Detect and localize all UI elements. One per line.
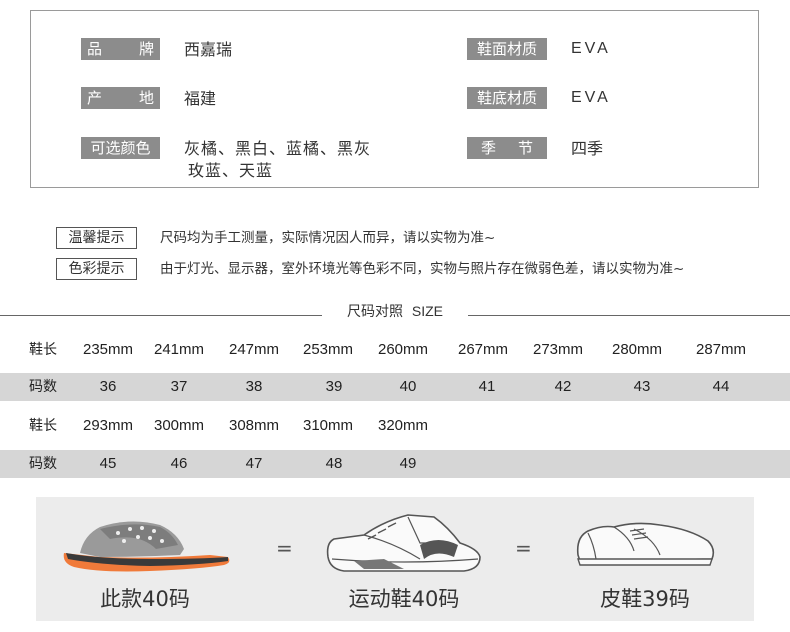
brand-label-char-2: 牌	[138, 40, 154, 58]
colors-value-line1: 灰橘、黑白、蓝橘、黑灰	[184, 139, 372, 158]
length-cell: 320mm	[377, 417, 429, 434]
length-row-1: 鞋长 235mm 241mm 247mm 253mm 260mm 267mm 2…	[0, 336, 790, 364]
size-cell: 42	[554, 378, 572, 395]
sole-material-label: 鞋底材质	[467, 87, 547, 109]
dress-shoe-image	[576, 522, 715, 566]
size-cell: 43	[633, 378, 651, 395]
length-cell: 287mm	[695, 341, 747, 358]
length-cell: 273mm	[532, 341, 584, 358]
size-cell: 40	[399, 378, 417, 395]
size-cell: 47	[245, 455, 263, 472]
size-cell: 44	[712, 378, 730, 395]
origin-label: 产 地	[81, 87, 160, 109]
season-label-char-1: 季	[481, 139, 497, 157]
equals-sign-2: =	[515, 536, 532, 560]
size-cell: 38	[245, 378, 263, 395]
size-title-rule-left	[0, 315, 322, 316]
length-row-2: 鞋长 293mm 300mm 308mm 310mm 320mm	[0, 412, 790, 440]
colors-label: 可选颜色	[81, 137, 160, 159]
slide-sandal-image	[63, 521, 230, 572]
equals-sign-1: =	[276, 536, 293, 560]
length-row-label: 鞋长	[29, 342, 57, 358]
length-cell: 260mm	[377, 341, 429, 358]
tip-label-color: 色彩提示	[56, 258, 137, 280]
size-chart-title: 尺码对照 SIZE	[330, 301, 460, 322]
size-chart-title-en: SIZE	[411, 303, 444, 319]
origin-label-char-1: 产	[87, 89, 103, 107]
length-row-label: 鞋长	[29, 418, 57, 434]
size-row-2: 码数 45 46 47 48 49	[0, 450, 790, 478]
size-row-label: 码数	[29, 456, 57, 472]
origin-value: 福建	[184, 89, 217, 108]
tip-text-warm: 尺码均为手工测量，实际情况因人而异，请以实物为准~	[160, 230, 496, 246]
tip-text-color: 由于灯光、显示器，室外环境光等色彩不同，实物与照片存在微弱色差，请以实物为准~	[160, 261, 685, 277]
season-label: 季 节	[467, 137, 547, 159]
size-title-rule-right	[468, 315, 790, 316]
brand-label-char-1: 品	[87, 40, 103, 58]
brand-value: 西嘉瑞	[184, 40, 233, 59]
brand-label: 品 牌	[81, 38, 160, 60]
colors-value-line2: 玫蓝、天蓝	[188, 161, 274, 180]
size-row-label: 码数	[29, 379, 57, 395]
sole-material-value: EVA	[571, 89, 611, 106]
sneaker-caption: 运动鞋40码	[348, 587, 460, 611]
size-chart-title-cn: 尺码对照	[346, 304, 403, 320]
upper-material-value: EVA	[571, 40, 611, 57]
size-row-1: 码数 36 37 38 39 40 41 42 43 44	[0, 373, 790, 401]
length-cell: 280mm	[611, 341, 663, 358]
slide-caption: 此款40码	[100, 587, 190, 611]
tip-label-warm: 温馨提示	[56, 227, 137, 249]
season-value: 四季	[571, 139, 604, 158]
origin-label-char-2: 地	[138, 89, 154, 107]
season-label-char-2: 节	[517, 139, 533, 157]
shoe-comparison-panel: 此款40码 = 运动鞋40码 = 皮鞋39码	[36, 497, 754, 621]
sneaker-image	[326, 514, 481, 572]
upper-material-label: 鞋面材质	[467, 38, 547, 60]
size-cell: 49	[399, 455, 417, 472]
dress-shoe-caption: 皮鞋39码	[600, 587, 690, 611]
